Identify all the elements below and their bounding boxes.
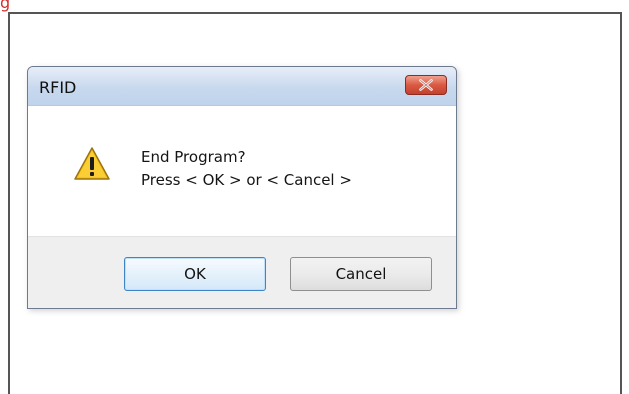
outer-frame-top: [8, 12, 621, 14]
dialog-content: End Program? Press < OK > or < Cancel >: [28, 106, 456, 236]
message-line-1: End Program?: [141, 148, 246, 166]
dialog-message: End Program? Press < OK > or < Cancel >: [141, 146, 352, 192]
ok-button[interactable]: OK: [124, 257, 266, 291]
top-text-fragment: g: [0, 0, 11, 12]
message-line-2: Press < OK > or < Cancel >: [141, 171, 352, 189]
dialog-button-bar: OK Cancel: [28, 236, 456, 308]
close-icon: [419, 79, 433, 91]
outer-frame-left: [8, 12, 10, 394]
screenshot-page: g RFID End Program? Press < OK > or < Ca…: [0, 0, 629, 394]
cancel-button[interactable]: Cancel: [290, 257, 432, 291]
warning-icon: [74, 147, 110, 180]
outer-frame-right: [620, 12, 622, 394]
dialog-title-bar[interactable]: RFID: [28, 67, 456, 106]
rfid-dialog: RFID End Program? Press < OK > or < Canc…: [27, 66, 457, 309]
close-button[interactable]: [405, 75, 447, 95]
dialog-title: RFID: [39, 78, 77, 97]
